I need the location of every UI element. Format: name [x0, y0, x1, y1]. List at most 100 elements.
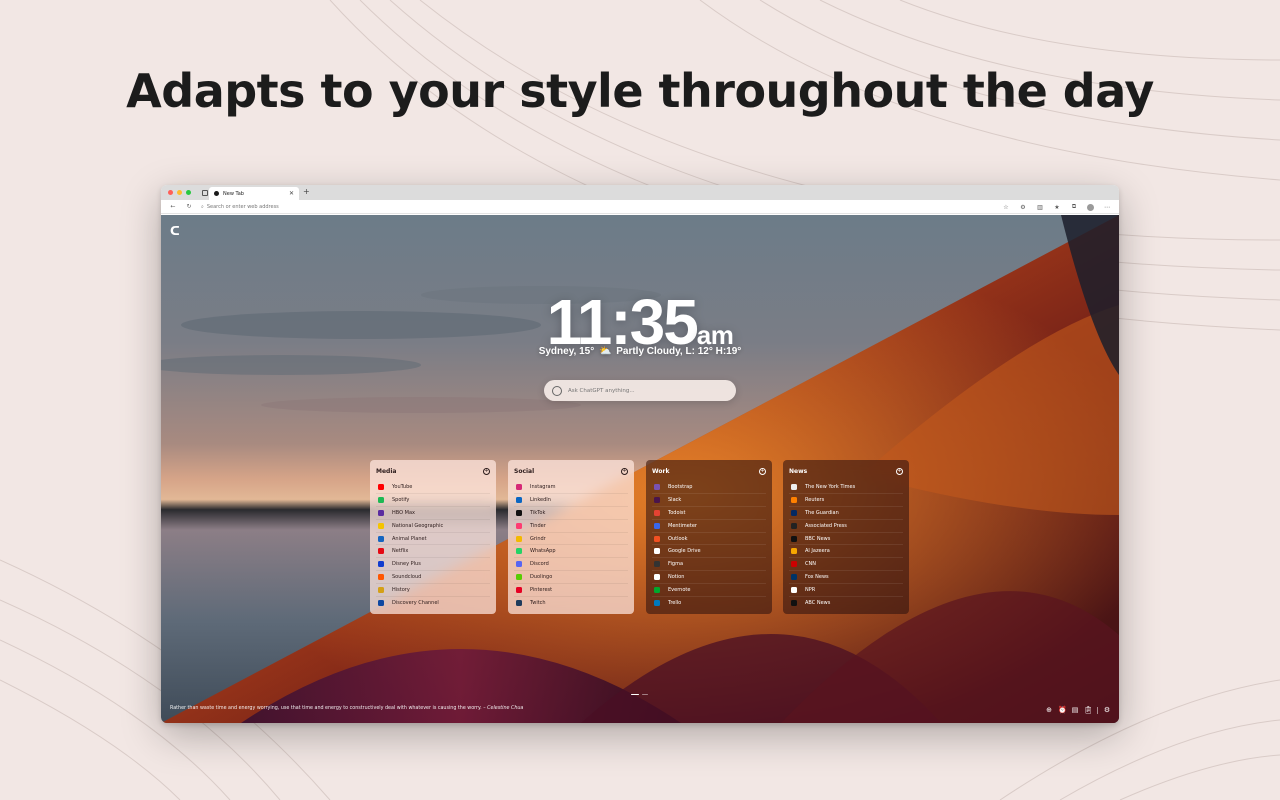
link-item[interactable]: The Guardian: [789, 507, 903, 520]
address-bar[interactable]: Search or enter web address: [207, 204, 279, 210]
the-guardian-icon: [791, 509, 797, 516]
todoist-icon: [654, 509, 660, 516]
link-item[interactable]: Pinterest: [514, 584, 628, 598]
weather-condition: Partly Cloudy, L: 12° H:19°: [616, 346, 742, 357]
link-item[interactable]: Slack: [652, 494, 766, 507]
link-item[interactable]: WhatsApp: [514, 545, 628, 559]
disney-plus-icon: [378, 561, 384, 568]
new-tab-button[interactable]: +: [303, 187, 310, 196]
link-item[interactable]: Mentimeter: [652, 520, 766, 533]
app-logo-icon[interactable]: ᑕ: [170, 224, 180, 238]
link-item[interactable]: Trello: [652, 597, 766, 610]
link-item[interactable]: Bootstrap: [652, 481, 766, 494]
slack-icon: [654, 496, 660, 503]
back-icon[interactable]: ←: [169, 203, 177, 210]
link-item[interactable]: Spotify: [376, 494, 490, 507]
link-label: Bootstrap: [668, 483, 693, 490]
link-item[interactable]: Figma: [652, 558, 766, 572]
link-item[interactable]: Discovery Channel: [376, 597, 490, 610]
card-header: Social +: [514, 466, 628, 476]
notes-icon[interactable]: ▤: [1071, 706, 1079, 714]
more-menu-icon[interactable]: ⋯: [1103, 204, 1111, 211]
link-item[interactable]: Tinder: [514, 520, 628, 533]
link-item[interactable]: Netflix: [376, 545, 490, 559]
link-item[interactable]: National Geographic: [376, 520, 490, 533]
profile-avatar[interactable]: [1087, 203, 1094, 211]
link-item[interactable]: Associated Press: [789, 520, 903, 533]
link-item[interactable]: TikTok: [514, 507, 628, 520]
netflix-icon: [378, 548, 384, 555]
abc-news-icon: [791, 600, 797, 607]
extensions-icon[interactable]: ⚙: [1019, 204, 1027, 211]
link-label: Trello: [668, 600, 682, 607]
close-tab-icon[interactable]: ✕: [289, 190, 294, 197]
link-item[interactable]: Reuters: [789, 494, 903, 507]
minimize-window-button[interactable]: [177, 190, 182, 195]
notion-icon: [654, 574, 660, 581]
chatgpt-search-bar[interactable]: [544, 380, 736, 401]
add-link-icon[interactable]: +: [759, 467, 766, 475]
figma-icon: [654, 561, 660, 568]
link-label: Google Drive: [668, 548, 701, 555]
bottom-toolbar: ⊕ ⏰ ▤ 📋︎ ⚙: [1045, 706, 1111, 714]
tab-new-tab[interactable]: New Tab ✕: [209, 187, 299, 200]
split-view-icon[interactable]: ▥: [1036, 204, 1044, 211]
link-item[interactable]: Evernote: [652, 584, 766, 598]
link-item[interactable]: Discord: [514, 558, 628, 572]
link-item[interactable]: Al Jazeera: [789, 545, 903, 559]
link-label: Slack: [668, 496, 682, 503]
new-tab-page: ᑕ 11:35am Sydney, 15° ⛅ Partly Cloudy, L…: [161, 215, 1119, 723]
link-label: BBC News: [805, 535, 831, 542]
reload-icon[interactable]: ↻: [185, 203, 193, 210]
chatgpt-search-input[interactable]: [568, 387, 718, 394]
maximize-window-button[interactable]: [186, 190, 191, 195]
page-dot[interactable]: [642, 693, 648, 695]
add-link-icon[interactable]: +: [483, 467, 490, 475]
add-icon[interactable]: ⊕: [1045, 706, 1053, 714]
add-link-icon[interactable]: +: [621, 467, 628, 475]
link-label: HBO Max: [392, 509, 415, 516]
link-item[interactable]: Animal Planet: [376, 533, 490, 546]
link-label: Associated Press: [805, 522, 847, 529]
clipboard-icon[interactable]: 📋︎: [1084, 706, 1093, 714]
link-item[interactable]: Fox News: [789, 571, 903, 585]
link-item[interactable]: YouTube: [376, 481, 490, 494]
link-item[interactable]: Notion: [652, 571, 766, 585]
link-item[interactable]: NPR: [789, 584, 903, 598]
link-item[interactable]: Disney Plus: [376, 558, 490, 572]
favorites-icon[interactable]: ★: [1053, 204, 1061, 211]
youtube-icon: [378, 483, 384, 490]
chatgpt-icon: [552, 385, 562, 396]
link-item[interactable]: Soundcloud: [376, 571, 490, 585]
link-item[interactable]: Grindr: [514, 533, 628, 546]
link-item[interactable]: CNN: [789, 558, 903, 572]
close-window-button[interactable]: [168, 190, 173, 195]
link-item[interactable]: Duolingo: [514, 571, 628, 585]
bookmark-star-icon[interactable]: ☆: [1002, 204, 1010, 211]
collections-icon[interactable]: ⧉: [1070, 203, 1078, 211]
link-item[interactable]: The New York Times: [789, 481, 903, 494]
add-link-icon[interactable]: +: [896, 467, 903, 475]
link-item[interactable]: ABC News: [789, 597, 903, 610]
al-jazeera-icon: [791, 548, 797, 555]
link-item[interactable]: LinkedIn: [514, 494, 628, 507]
link-item[interactable]: Instagram: [514, 481, 628, 494]
outlook-icon: [654, 535, 660, 542]
link-item[interactable]: History: [376, 584, 490, 598]
link-item[interactable]: Outlook: [652, 533, 766, 546]
settings-gear-icon[interactable]: ⚙: [1103, 706, 1111, 714]
link-label: Netflix: [392, 548, 409, 555]
link-item[interactable]: HBO Max: [376, 507, 490, 520]
alarm-clock-icon[interactable]: ⏰: [1058, 706, 1067, 714]
link-item[interactable]: BBC News: [789, 533, 903, 546]
page-dot-active[interactable]: [631, 693, 639, 695]
quote-text: Rather than waste time and energy worryi…: [170, 706, 486, 711]
link-item[interactable]: Google Drive: [652, 545, 766, 559]
card-title: News: [789, 467, 808, 475]
card-header: News +: [789, 466, 903, 476]
link-item[interactable]: Todoist: [652, 507, 766, 520]
link-item[interactable]: Twitch: [514, 597, 628, 610]
sidebar-toggle-icon[interactable]: [202, 189, 208, 196]
discovery-channel-icon: [378, 600, 384, 607]
link-label: Tinder: [530, 522, 546, 529]
